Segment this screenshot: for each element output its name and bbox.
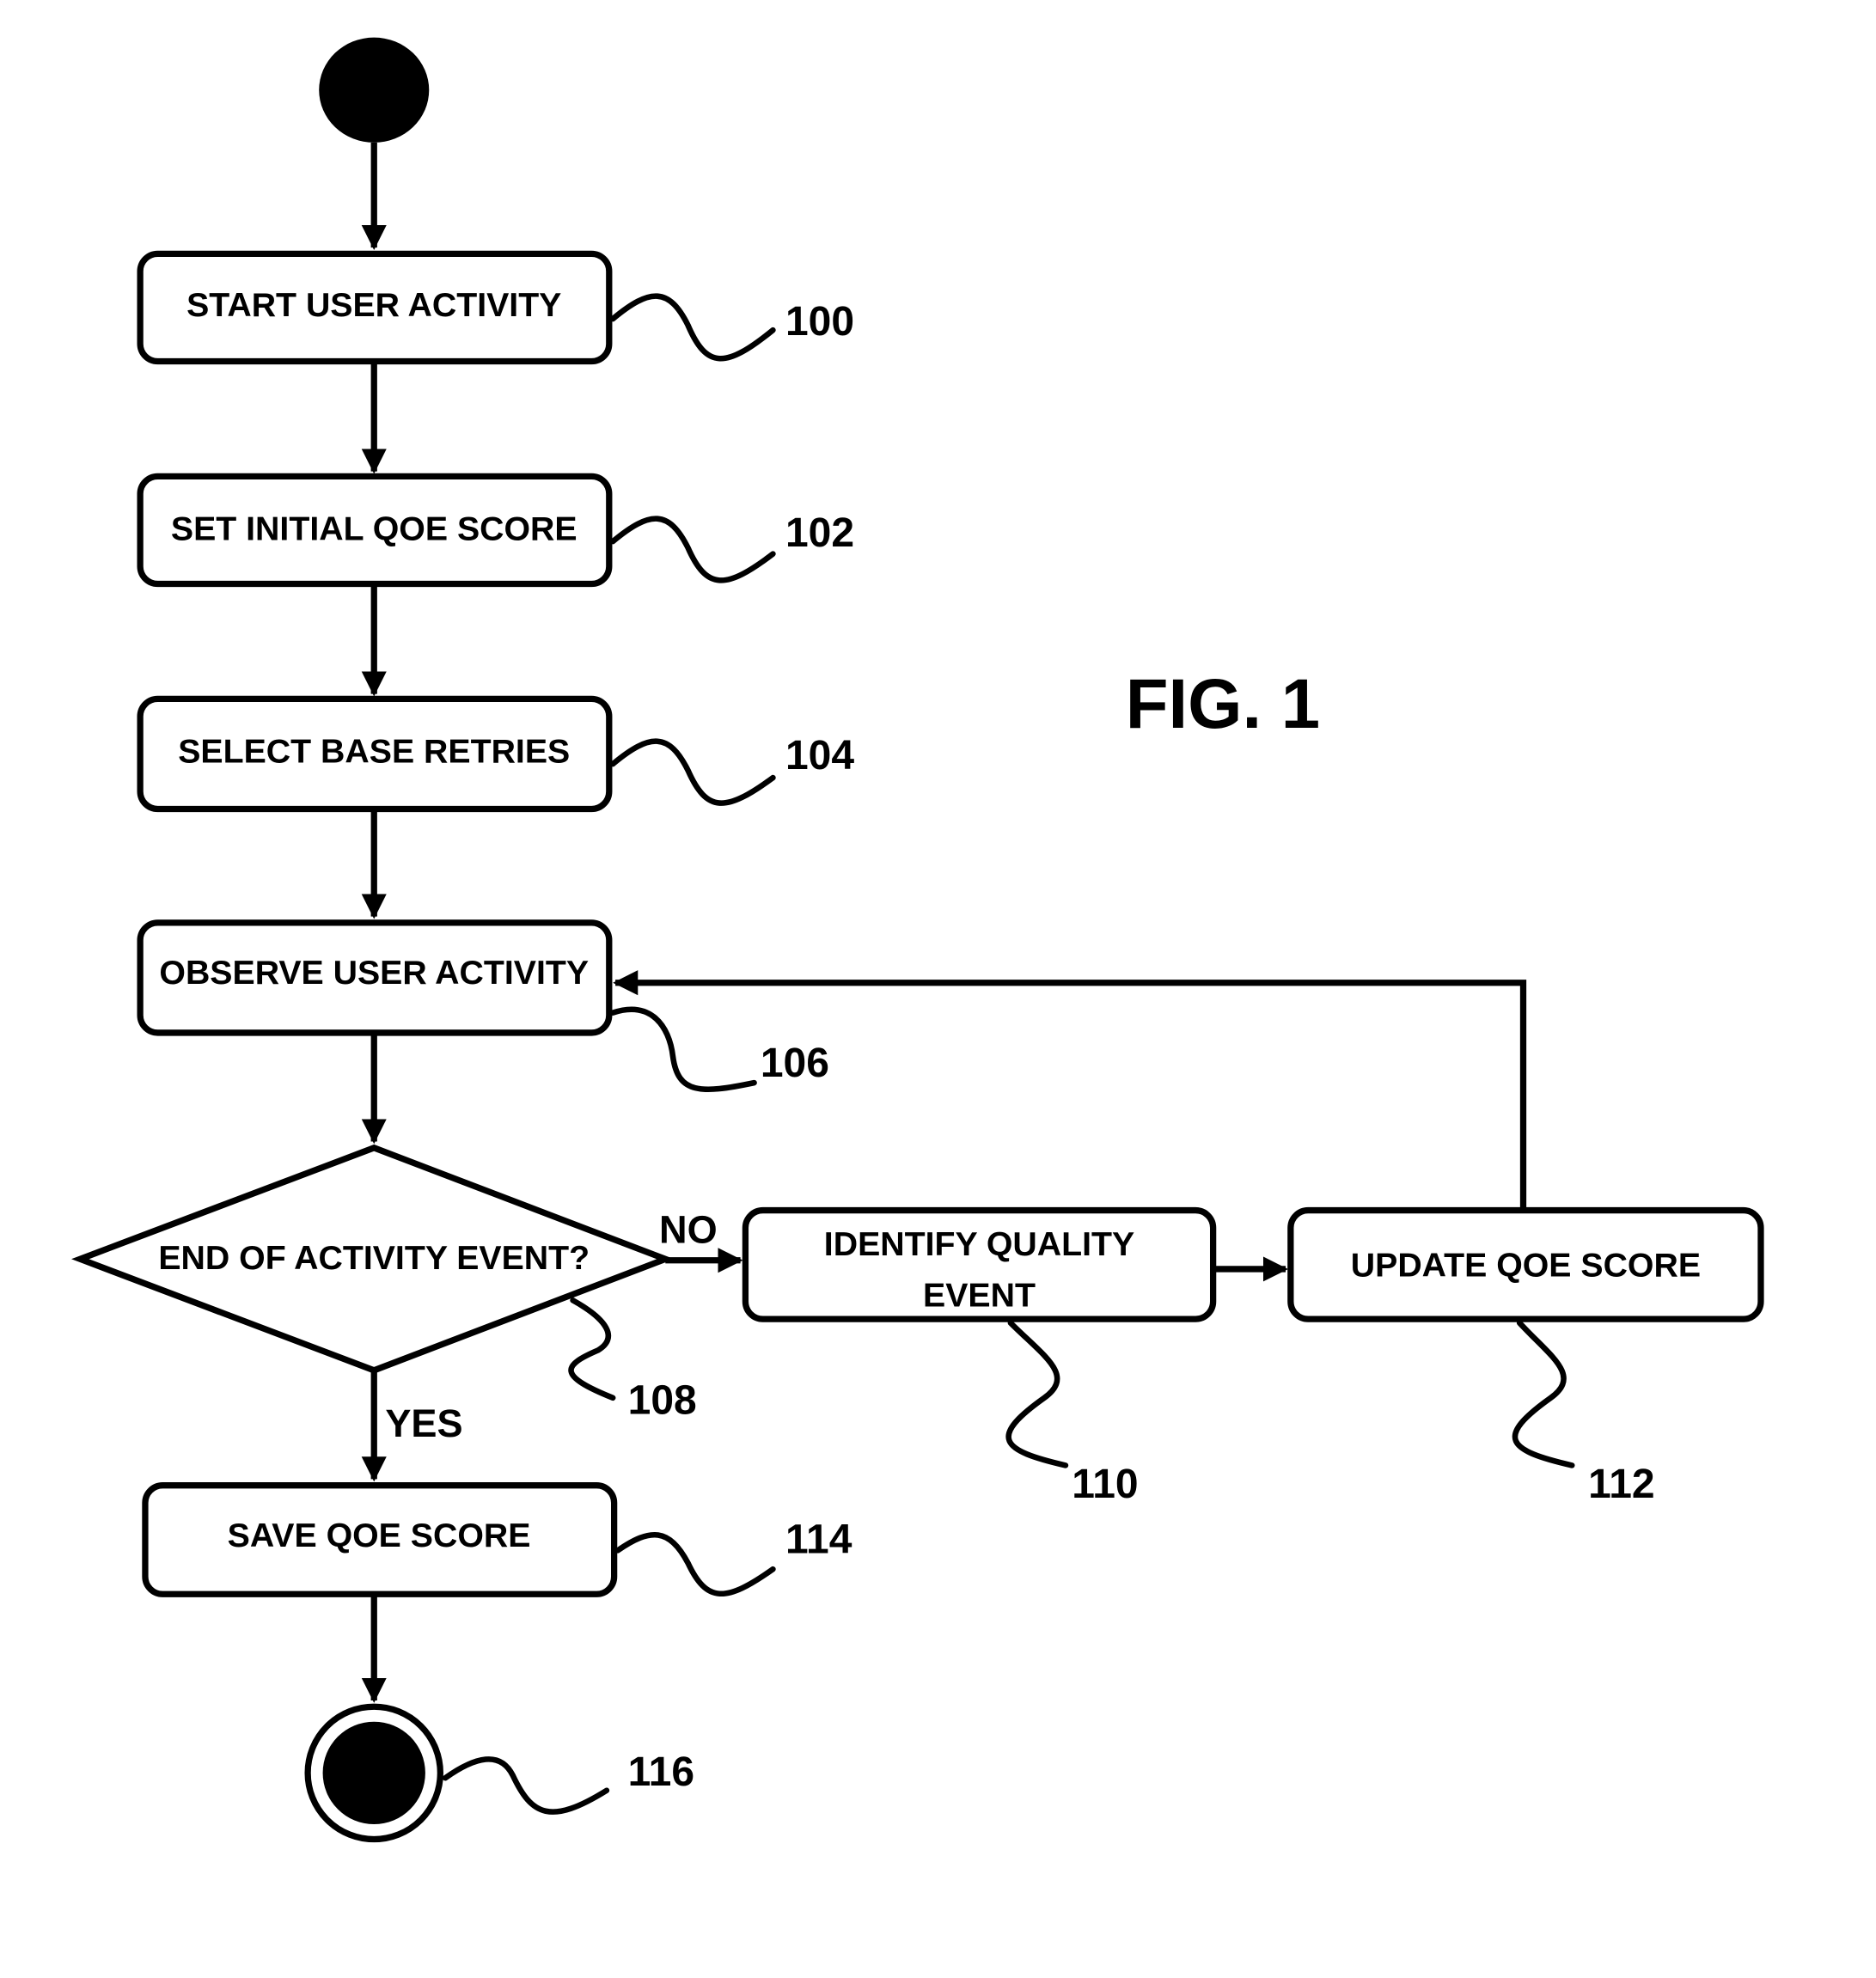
node-label: UPDATE QOE SCORE	[1351, 1247, 1701, 1285]
node-identify-quality-event: IDENTIFY QUALITY EVENT	[742, 1206, 1217, 1322]
node-select-base-retries: SELECT BASE RETRIES	[137, 695, 613, 813]
ref-number: 114	[785, 1517, 852, 1562]
flowchart: START USER ACTIVITY 100 SET INITIAL QOE …	[71, 37, 1764, 1843]
node-label: SELECT BASE RETRIES	[178, 733, 570, 771]
leader-line	[442, 1756, 610, 1815]
ref-number: 102	[785, 510, 854, 556]
leader-line	[609, 293, 776, 362]
leader-line	[609, 738, 776, 806]
leader-line	[568, 1297, 616, 1401]
leader-line	[1512, 1320, 1575, 1468]
node-start-user-activity: START USER ACTIVITY	[137, 250, 613, 365]
ref-number: 110	[1072, 1462, 1138, 1507]
ref-number: 116	[628, 1749, 694, 1795]
leader-line	[1005, 1320, 1069, 1468]
ref-number: 100	[785, 299, 854, 345]
node-label: OBSERVE USER ACTIVITY	[159, 954, 589, 992]
node-observe-user-activity: OBSERVE USER ACTIVITY	[137, 919, 613, 1036]
node-label: SET INITIAL QOE SCORE	[171, 510, 577, 548]
figure-title: FIG. 1	[1126, 665, 1320, 743]
ref-number: 104	[785, 733, 854, 778]
arrow-loop-112-to-106	[613, 970, 1527, 1208]
branch-label-yes: YES	[385, 1401, 462, 1445]
ref-number: 106	[761, 1041, 829, 1086]
decision-end-of-activity-event: END OF ACTIVITY EVENT?	[71, 1144, 675, 1374]
ref-number: 112	[1588, 1462, 1654, 1507]
start-node	[319, 37, 430, 143]
leader-line	[614, 1531, 776, 1597]
end-node	[304, 1703, 443, 1843]
node-label: SAVE QOE SCORE	[228, 1517, 531, 1554]
node-update-qoe-score: UPDATE QOE SCORE	[1287, 1206, 1764, 1322]
node-label-line2: EVENT	[923, 1277, 1036, 1315]
node-label-line1: IDENTIFY QUALITY	[824, 1225, 1134, 1263]
leader-line	[609, 516, 776, 583]
leader-line	[609, 1006, 757, 1093]
branch-label-no: NO	[659, 1207, 718, 1251]
decision-label: END OF ACTIVITY EVENT?	[158, 1239, 590, 1277]
node-set-initial-qoe-score: SET INITIAL QOE SCORE	[137, 473, 613, 588]
node-save-qoe-score: SAVE QOE SCORE	[142, 1482, 618, 1597]
ref-number: 108	[628, 1378, 697, 1424]
node-label: START USER ACTIVITY	[186, 286, 561, 324]
